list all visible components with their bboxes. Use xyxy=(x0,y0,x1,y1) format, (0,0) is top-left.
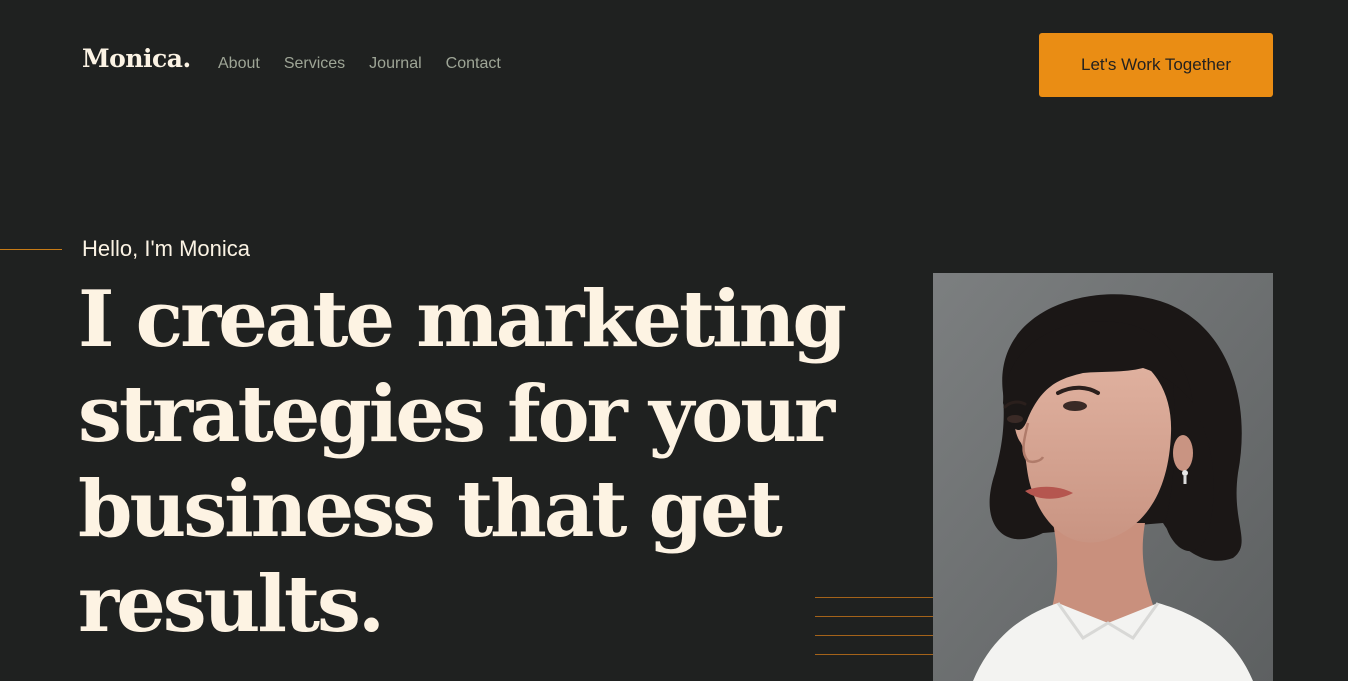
site-header: Monica. About Services Journal Contact L… xyxy=(0,0,1348,128)
nav-about[interactable]: About xyxy=(218,55,260,73)
decorative-line xyxy=(815,654,933,655)
portrait-photo xyxy=(933,273,1273,681)
decorative-line xyxy=(815,616,933,617)
headline-line: strategies for your xyxy=(78,369,835,460)
logo[interactable]: Monica. xyxy=(82,44,191,73)
main-nav: About Services Journal Contact xyxy=(218,55,501,73)
headline-line: results. xyxy=(78,559,385,650)
nav-services[interactable]: Services xyxy=(284,55,345,73)
headline-line: I create marketing xyxy=(78,274,847,365)
headline-line: business that get xyxy=(78,464,783,555)
greeting-text: Hello, I'm Monica xyxy=(82,236,251,261)
greeting-accent-line xyxy=(0,249,62,250)
portrait-illustration xyxy=(933,273,1273,681)
hero-headline: I create marketing strategies for your b… xyxy=(78,272,878,652)
nav-journal[interactable]: Journal xyxy=(369,55,421,73)
decorative-lines xyxy=(815,597,933,673)
decorative-line xyxy=(815,597,933,598)
nav-contact[interactable]: Contact xyxy=(446,55,501,73)
decorative-line xyxy=(815,635,933,636)
work-together-button[interactable]: Let's Work Together xyxy=(1039,33,1273,97)
